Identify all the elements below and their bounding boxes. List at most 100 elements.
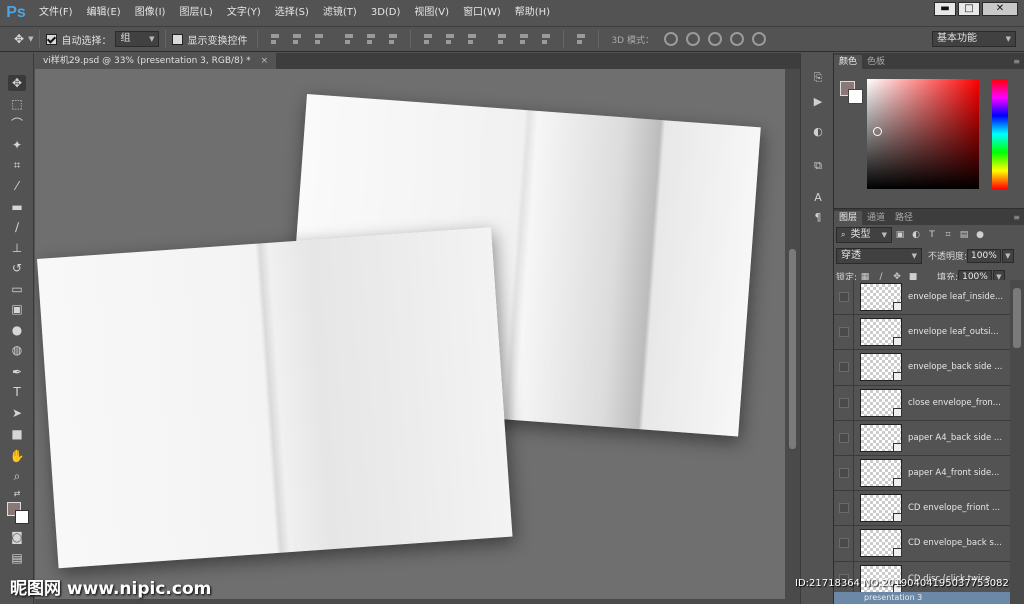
canvas-area[interactable]: [35, 69, 785, 599]
smart-object-filter-icon[interactable]: ▤: [959, 230, 969, 240]
screen-mode-icon[interactable]: ▤: [8, 550, 26, 566]
layer-row[interactable]: CD envelope_back s...: [834, 525, 1010, 562]
swap-colors-icon[interactable]: ⇄: [8, 486, 26, 502]
color-picker-field[interactable]: [867, 79, 979, 189]
menu-item[interactable]: 图像(I): [128, 0, 173, 26]
visibility-toggle[interactable]: [834, 385, 854, 421]
menu-item[interactable]: 滤镜(T): [316, 0, 364, 26]
move-tool-icon[interactable]: ✥: [8, 75, 26, 91]
character-panel-icon[interactable]: A: [810, 191, 826, 205]
layer-row[interactable]: paper A4_front side...: [834, 455, 1010, 492]
canvas-vertical-scrollbar[interactable]: [785, 69, 800, 599]
visibility-toggle[interactable]: [834, 280, 854, 315]
menu-item[interactable]: 图层(L): [172, 0, 219, 26]
slide-3d-icon[interactable]: [729, 32, 744, 46]
healing-brush-tool-icon[interactable]: ▬: [8, 199, 26, 215]
layer-row[interactable]: close envelope_fron...: [834, 385, 1010, 421]
distribute-left-icon[interactable]: [495, 32, 509, 46]
layer-row[interactable]: envelope leaf_inside...: [834, 280, 1010, 316]
hand-tool-icon[interactable]: ✋: [8, 448, 26, 464]
adjustment-filter-icon[interactable]: ◐: [911, 230, 921, 240]
eye-icon[interactable]: [838, 362, 849, 373]
menu-item[interactable]: 编辑(E): [80, 0, 128, 26]
panel-menu-icon[interactable]: ≡: [1013, 211, 1020, 225]
align-hcenter-icon[interactable]: [364, 32, 378, 46]
auto-select-dropdown[interactable]: 组 ▼: [115, 31, 160, 47]
distribute-top-icon[interactable]: [421, 32, 435, 46]
auto-align-icon[interactable]: [574, 32, 588, 46]
close-button[interactable]: ✕: [982, 2, 1018, 16]
layers-scrollbar[interactable]: [1010, 280, 1024, 604]
scrollbar-thumb[interactable]: [1013, 288, 1021, 348]
picker-cursor[interactable]: [873, 127, 882, 136]
eye-icon[interactable]: [838, 327, 849, 338]
camera-3d-icon[interactable]: [751, 32, 766, 46]
rectangle-tool-icon[interactable]: ■: [8, 426, 26, 442]
tab-color[interactable]: 颜色: [834, 55, 863, 69]
distribute-vcenter-icon[interactable]: [443, 32, 457, 46]
tab-layers[interactable]: 图层: [834, 211, 863, 225]
distribute-right-icon[interactable]: [539, 32, 553, 46]
visibility-toggle[interactable]: [834, 525, 854, 561]
layer-group-row[interactable]: presentation 3: [834, 592, 1010, 604]
tab-channels[interactable]: 通道: [862, 211, 890, 225]
menu-item[interactable]: 选择(S): [268, 0, 316, 26]
menu-item[interactable]: 文件(F): [32, 0, 80, 26]
align-bottom-icon[interactable]: [312, 32, 326, 46]
eye-icon[interactable]: [838, 432, 849, 443]
eye-icon[interactable]: [838, 538, 849, 549]
crop-tool-icon[interactable]: ⌗: [8, 157, 26, 173]
eye-icon[interactable]: [838, 503, 849, 514]
close-icon[interactable]: ×: [261, 53, 269, 69]
zoom-tool-icon[interactable]: ⌕: [8, 468, 26, 484]
background-color-swatch[interactable]: [15, 510, 29, 524]
menu-item[interactable]: 视图(V): [407, 0, 456, 26]
blend-mode-dropdown[interactable]: 穿透 ▼: [836, 247, 922, 264]
layer-row[interactable]: envelope_back side ...: [834, 349, 1010, 386]
actions-panel-icon[interactable]: ▶: [810, 95, 826, 109]
menu-item[interactable]: 3D(D): [364, 0, 408, 26]
gradient-tool-icon[interactable]: ▣: [8, 301, 26, 317]
clone-stamp-tool-icon[interactable]: ⊥: [8, 240, 26, 256]
align-top-icon[interactable]: [268, 32, 282, 46]
document-tab[interactable]: vi样机29.psd @ 33% (presentation 3, RGB/8)…: [35, 53, 277, 69]
dodge-tool-icon[interactable]: ◍: [8, 342, 26, 358]
eye-icon[interactable]: [838, 397, 849, 408]
align-left-icon[interactable]: [342, 32, 356, 46]
tab-paths[interactable]: 路径: [890, 211, 918, 225]
canvas-horizontal-scrollbar[interactable]: [35, 599, 800, 604]
maximize-button[interactable]: □: [958, 2, 980, 16]
menu-item[interactable]: 文字(Y): [220, 0, 268, 26]
paragraph-panel-icon[interactable]: ¶: [810, 211, 826, 225]
visibility-toggle[interactable]: [834, 349, 854, 385]
history-brush-tool-icon[interactable]: ↺: [8, 260, 26, 276]
filter-toggle-icon[interactable]: ●: [975, 230, 985, 240]
pen-tool-icon[interactable]: ✒: [8, 364, 26, 380]
history-panel-icon[interactable]: ⎘: [810, 71, 826, 85]
show-transform-checkbox[interactable]: [172, 33, 184, 45]
visibility-toggle[interactable]: [834, 455, 854, 491]
minimize-button[interactable]: ▬: [934, 2, 956, 16]
rotate-3d-icon[interactable]: [663, 32, 678, 46]
align-right-icon[interactable]: [386, 32, 400, 46]
hue-slider[interactable]: [992, 79, 1008, 189]
visibility-toggle[interactable]: [834, 314, 854, 350]
pan-3d-icon[interactable]: [707, 32, 722, 46]
menu-item[interactable]: 窗口(W): [456, 0, 508, 26]
eye-icon[interactable]: [838, 468, 849, 479]
layer-row[interactable]: envelope leaf_outsi...: [834, 314, 1010, 351]
marquee-tool-icon[interactable]: ⬚: [8, 96, 26, 112]
visibility-toggle[interactable]: [834, 490, 854, 526]
layer-row[interactable]: CD envelope_friont ...: [834, 490, 1010, 527]
eye-icon[interactable]: [838, 292, 849, 303]
eyedropper-tool-icon[interactable]: ⁄: [8, 178, 26, 194]
type-filter-icon[interactable]: T: [927, 230, 937, 240]
move-tool-preset-icon[interactable]: ✥: [14, 32, 24, 46]
shape-filter-icon[interactable]: ⌗: [943, 230, 953, 240]
visibility-toggle[interactable]: [834, 420, 854, 456]
workspace-dropdown[interactable]: 基本功能 ▼: [932, 31, 1016, 47]
blur-tool-icon[interactable]: ●: [8, 322, 26, 338]
distribute-bottom-icon[interactable]: [465, 32, 479, 46]
auto-select-checkbox[interactable]: [46, 33, 58, 45]
path-selection-tool-icon[interactable]: ➤: [8, 405, 26, 421]
